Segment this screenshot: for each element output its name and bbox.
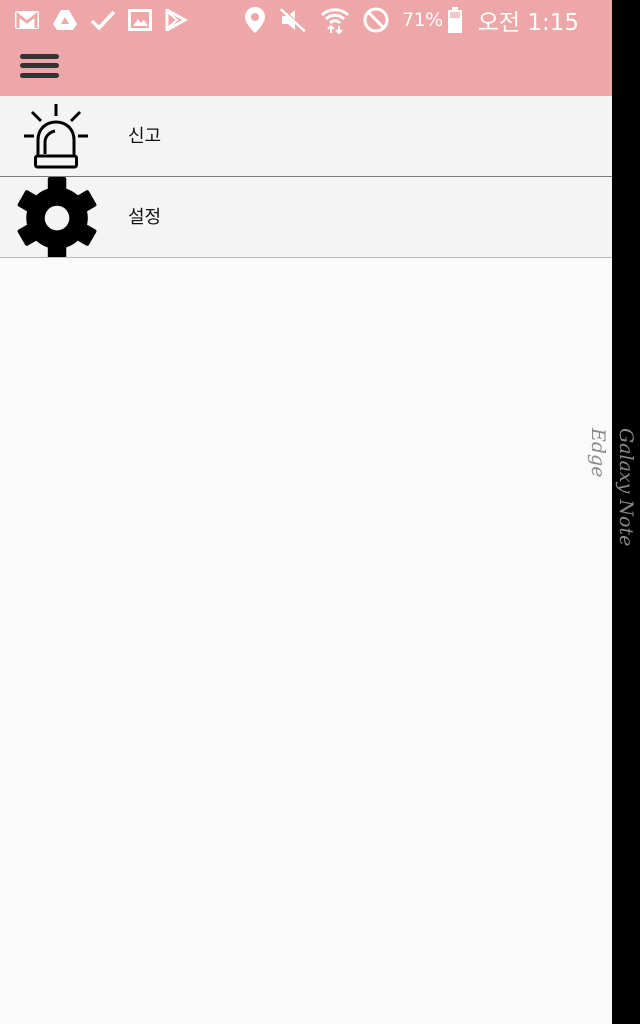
- drive-icon: [53, 10, 77, 30]
- play-store-icon: [165, 9, 188, 31]
- app-bar: [0, 40, 612, 97]
- wifi-icon: [320, 8, 350, 34]
- battery-percent: 71%: [402, 9, 443, 31]
- menu-item-report[interactable]: 신고: [0, 96, 612, 177]
- menu-item-settings[interactable]: 설정: [0, 177, 612, 258]
- notification-icons: [0, 9, 188, 31]
- hamburger-menu-icon[interactable]: [20, 53, 60, 83]
- status-bar: 71% 오전 1:15: [0, 0, 612, 40]
- mute-icon: [279, 7, 307, 33]
- drawer-menu: 신고 설정: [0, 96, 612, 258]
- edge-panel: Galaxy Note Edge: [587, 0, 640, 1024]
- menu-item-label: 설정: [128, 207, 162, 228]
- siren-icon: [24, 104, 88, 169]
- system-status-icons: 71% 오전 1:15: [244, 0, 579, 40]
- gear-icon: [17, 177, 97, 257]
- clock: 오전 1:15: [477, 10, 580, 36]
- gallery-icon: [128, 9, 152, 31]
- device-brand-text: Galaxy Note Edge: [587, 428, 637, 547]
- check-icon: [90, 10, 116, 31]
- battery-icon: [447, 7, 462, 33]
- gmail-icon: [15, 11, 39, 29]
- do-not-disturb-icon: [363, 7, 389, 33]
- app-screen: 71% 오전 1:15 신고 설정: [0, 0, 612, 1024]
- location-icon: [245, 7, 265, 33]
- menu-item-label: 신고: [128, 126, 162, 147]
